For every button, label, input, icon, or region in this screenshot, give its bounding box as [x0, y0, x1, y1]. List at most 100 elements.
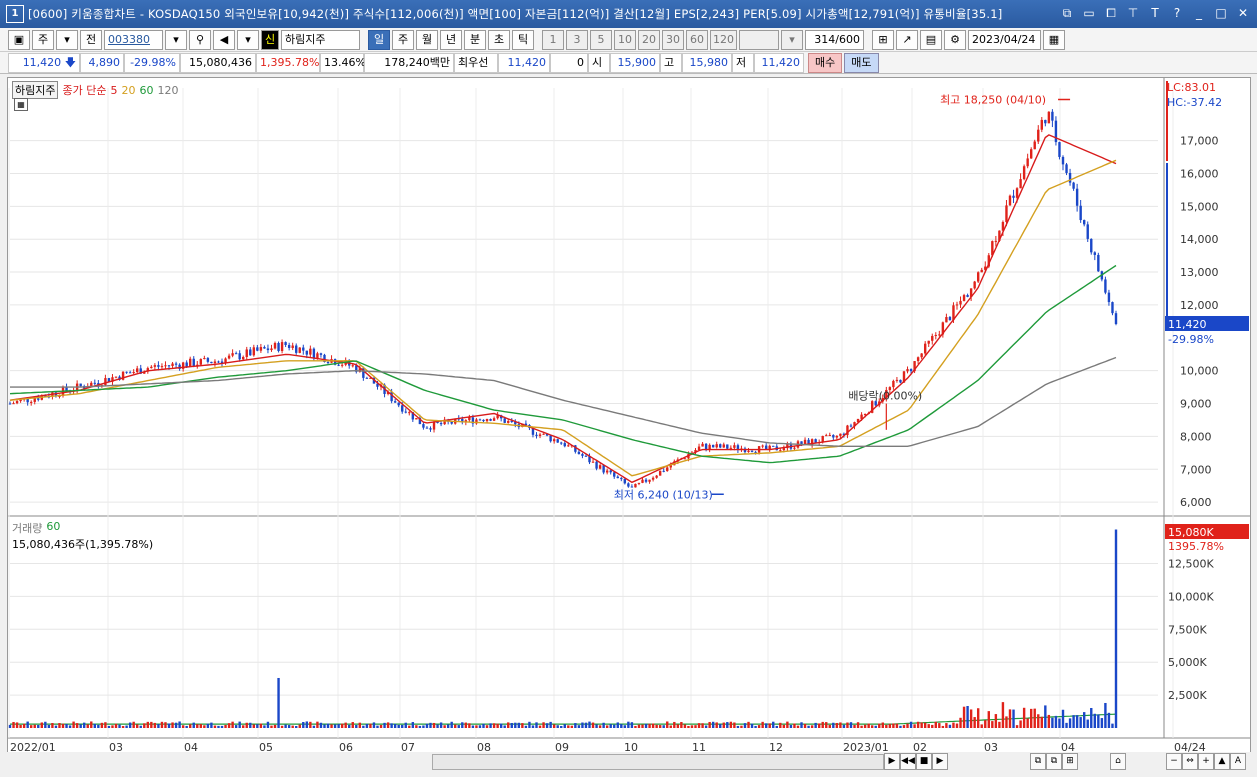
fit-icon[interactable]: ⇔ [1182, 753, 1198, 770]
code-dropdown-icon[interactable]: ▾ [165, 29, 187, 50]
minute-5[interactable]: 5 [590, 29, 612, 50]
candle-body [750, 450, 754, 452]
chart-area[interactable]: 17,000 16,000 15,000 14,000 13,000 12,000 10,0… [7, 77, 1251, 757]
speaker-icon[interactable]: ◀ [213, 29, 235, 50]
volume-bar [1100, 718, 1104, 728]
menu-dropdown-icon[interactable]: ▾ [237, 29, 259, 50]
interval-minute[interactable]: 분 [464, 29, 486, 50]
calendar-icon[interactable]: ▦ [1043, 29, 1065, 50]
buy-button[interactable]: 매수 [808, 52, 843, 73]
layout-icon[interactable]: ▣ [8, 29, 30, 50]
price-panel-name[interactable]: 하림지주 [12, 81, 59, 99]
volume-bar [355, 724, 358, 728]
all-button[interactable]: 전 [80, 29, 102, 50]
volume-bar [991, 721, 994, 728]
help-icon[interactable]: ? [1169, 5, 1185, 21]
interval-day[interactable]: 일 [368, 29, 390, 50]
interval-tick[interactable]: 틱 [512, 29, 534, 50]
candle-body [1090, 238, 1093, 253]
volume-bar [959, 717, 962, 728]
volume-bar [160, 721, 164, 728]
interval-week[interactable]: 주 [392, 29, 414, 50]
link-icon[interactable]: ⧉ [1059, 5, 1075, 21]
minute-20[interactable]: 20 [638, 29, 660, 50]
interval-month[interactable]: 월 [416, 29, 438, 50]
volume-bar [203, 725, 206, 728]
minute-30[interactable]: 30 [662, 29, 684, 50]
stop-icon[interactable]: ■ [916, 753, 932, 770]
chart-svg[interactable]: 17,000 16,000 15,000 14,000 13,000 12,000 10,0… [8, 78, 1250, 756]
volume-bar [1097, 714, 1100, 728]
candle-body [828, 435, 831, 437]
minute-1[interactable]: 1 [542, 29, 564, 50]
minute-60[interactable]: 60 [686, 29, 708, 50]
volume-bar [644, 723, 648, 728]
grid-toggle-icon[interactable]: ⊞ [1062, 753, 1078, 770]
volume-bar [757, 725, 761, 728]
period-type-select[interactable]: 주 [32, 29, 54, 50]
custom-dropdown-icon[interactable]: ▾ [781, 29, 803, 50]
volume-bar [379, 724, 383, 728]
settings-icon[interactable]: ⚙ [944, 29, 966, 50]
volume-bar [694, 725, 697, 728]
play-icon[interactable]: ▶ [932, 753, 948, 770]
dock-icon[interactable]: ▭ [1081, 5, 1097, 21]
font-icon[interactable]: T [1147, 5, 1163, 21]
volume-bar [1111, 723, 1114, 728]
candle-body [249, 349, 252, 356]
maximize-icon[interactable]: □ [1213, 5, 1229, 21]
minute-10[interactable]: 10 [614, 29, 636, 50]
sell-button[interactable]: 매도 [844, 52, 879, 73]
volume-bar [51, 723, 54, 728]
date-field[interactable]: 2023/04/24 [968, 29, 1041, 50]
best-offer-label: 최우선 [454, 52, 498, 73]
volume-bar [719, 724, 722, 728]
volume-bar [1104, 702, 1107, 728]
minute-3[interactable]: 3 [566, 29, 588, 50]
home-icon[interactable]: ⌂ [1110, 753, 1126, 770]
volume-bar [927, 724, 930, 728]
zoom-out-icon[interactable]: − [1166, 753, 1182, 770]
scroll-up-icon[interactable]: ▲ [1214, 753, 1230, 770]
search-icon[interactable]: ⚲ [189, 29, 211, 50]
copy-icon[interactable]: ⧉ [1030, 753, 1046, 770]
volume-bar [524, 725, 528, 728]
save-icon[interactable]: ▤ [920, 29, 942, 50]
candle-body [715, 444, 718, 448]
custom-interval-input[interactable] [739, 29, 779, 50]
table-icon[interactable]: ▦ [14, 98, 28, 111]
volume-bar [556, 725, 559, 728]
draw-icon[interactable]: ↗ [896, 29, 918, 50]
stock-name-field[interactable]: 하림지주 [281, 29, 360, 50]
volume-bar [786, 721, 789, 728]
layer-icon[interactable]: ⧉ [1046, 753, 1062, 770]
pin-icon[interactable]: ⊤ [1125, 5, 1141, 21]
volume-bar [531, 725, 535, 728]
dropdown-icon[interactable]: ▾ [56, 29, 78, 50]
interval-year[interactable]: 년 [440, 29, 462, 50]
data-count-field[interactable]: 314/600 [805, 29, 864, 50]
interval-second[interactable]: 초 [488, 29, 510, 50]
zoom-in-icon[interactable]: + [1198, 753, 1214, 770]
candle-body [938, 334, 941, 336]
candle-body [1082, 220, 1086, 225]
candle-body [994, 240, 998, 242]
stock-code-input[interactable]: 003380 [104, 29, 163, 50]
rewind-icon[interactable]: ◀◀ [900, 753, 916, 770]
volume-bar [881, 722, 884, 728]
minute-120[interactable]: 120 [710, 29, 737, 50]
candle-body [263, 347, 266, 349]
scroll-right-icon[interactable]: ▶ [884, 753, 900, 770]
volume-bar [227, 723, 231, 728]
close-icon[interactable]: ✕ [1235, 5, 1251, 21]
minimize-icon[interactable]: _ [1191, 5, 1207, 21]
volume-bar [885, 724, 888, 728]
restore-icon[interactable]: ⧠ [1103, 5, 1119, 21]
horizontal-scrollbar[interactable] [432, 754, 884, 770]
volume-bar [1061, 709, 1065, 728]
auto-icon[interactable]: A [1230, 753, 1246, 770]
candle-body [160, 366, 164, 368]
grid-icon[interactable]: ⊞ [872, 29, 894, 50]
ma120-label: 120 [157, 83, 179, 97]
volume-bar [1058, 718, 1061, 728]
